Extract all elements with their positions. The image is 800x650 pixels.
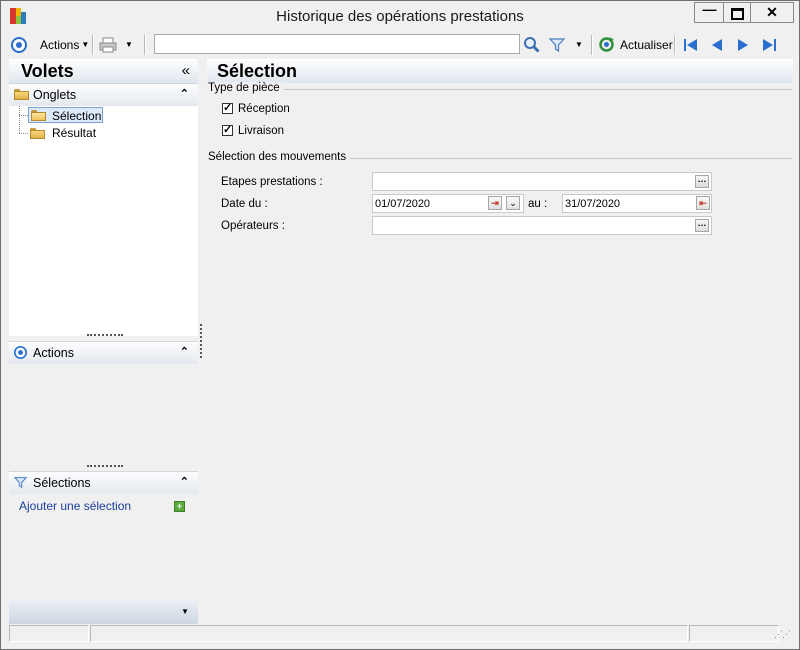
reception-label: Réception <box>238 103 290 115</box>
date-from-label: Date du : <box>221 198 268 210</box>
close-button[interactable]: ✕ <box>750 2 794 23</box>
tree-item-selection[interactable]: Sélection <box>28 107 103 123</box>
search-input[interactable] <box>154 34 520 54</box>
toolbar-separator <box>674 35 676 55</box>
actions-label: Actions <box>40 37 80 52</box>
minimize-button[interactable]: — <box>694 1 724 23</box>
funnel-icon <box>549 37 565 52</box>
livraison-label: Livraison <box>238 125 285 137</box>
refresh-label: Actualiser <box>620 37 673 52</box>
etapes-browse-button[interactable]: … <box>695 175 709 188</box>
window-title: Historique des opérations prestations <box>276 8 524 25</box>
first-icon <box>684 38 697 51</box>
next-record-button[interactable] <box>736 31 750 58</box>
toolbar-separator <box>92 35 94 55</box>
status-bar: ⋰⋰ <box>9 625 792 643</box>
date-from-next-icon[interactable]: ⇥ <box>488 196 502 210</box>
chevron-down-icon: ▼ <box>81 40 90 49</box>
livraison-checkbox[interactable]: ✓ <box>222 124 233 136</box>
collapse-section-icon[interactable]: ⌃ <box>180 87 189 100</box>
status-cell <box>90 625 688 642</box>
date-to-field[interactable] <box>562 194 712 213</box>
tree-item-label: Résultat <box>52 126 97 140</box>
first-record-button[interactable] <box>683 31 699 58</box>
tabs-section-header[interactable]: Onglets ⌃ <box>9 83 198 106</box>
close-icon: ✕ <box>766 4 778 20</box>
actions-menu-button[interactable]: Actions ▼ <box>11 31 89 58</box>
minimize-icon: — <box>702 1 717 17</box>
magnifier-icon <box>524 37 540 53</box>
etapes-label: Etapes prestations : <box>221 176 323 188</box>
chevron-down-icon: ▼ <box>125 40 133 49</box>
folder-icon <box>30 128 45 139</box>
status-cell <box>9 625 89 642</box>
next-icon <box>738 38 748 51</box>
panes-title: Volets <box>21 61 74 81</box>
tabs-tree: Sélection Résultat <box>9 106 198 336</box>
refresh-icon <box>599 37 614 52</box>
title-bar: Historique des opérations prestations — … <box>1 1 799 31</box>
side-panes: Volets « Onglets ⌃ Sélection Résultat Ac… <box>9 59 198 624</box>
open-folder-icon <box>31 110 46 121</box>
toolbar: Actions ▼ ▼ ▼ Actualiser <box>1 31 799 58</box>
application-window: Historique des opérations prestations — … <box>0 0 800 650</box>
reception-checkbox[interactable]: ✓ <box>222 102 233 114</box>
previous-record-button[interactable] <box>710 31 724 58</box>
last-icon <box>763 38 776 51</box>
maximize-icon <box>724 7 751 23</box>
group-divider <box>208 89 792 90</box>
panes-header: Volets « <box>9 59 198 83</box>
checkmark-icon: ✓ <box>223 102 233 114</box>
collapse-section-icon[interactable]: ⌃ <box>180 475 189 488</box>
toolbar-separator <box>591 35 593 55</box>
selections-section-title: Sélections <box>33 476 91 490</box>
resize-grip[interactable] <box>87 334 123 338</box>
pane-splitter[interactable] <box>200 324 202 358</box>
resize-grip-icon[interactable]: ⋰⋰ <box>774 629 791 640</box>
status-cell <box>689 625 779 642</box>
search-button[interactable] <box>523 31 540 58</box>
funnel-icon <box>14 477 27 489</box>
date-from-dropdown-button[interactable]: ⌄ <box>506 196 520 210</box>
filter-button[interactable]: ▼ <box>549 31 583 58</box>
resize-grip[interactable] <box>87 465 123 469</box>
actions-section-header[interactable]: Actions ⌃ <box>9 341 198 364</box>
operateurs-label: Opérateurs : <box>221 220 285 232</box>
page-title: Sélection <box>217 61 298 81</box>
actions-section-title: Actions <box>33 346 74 360</box>
mouvements-legend: Sélection des mouvements <box>208 151 351 163</box>
date-to-label: au : <box>528 198 548 210</box>
printer-icon <box>99 37 117 52</box>
folder-icon <box>14 89 29 100</box>
add-icon[interactable]: + <box>174 501 185 512</box>
chevron-down-icon[interactable]: ▼ <box>181 607 189 616</box>
toolbar-separator <box>144 35 146 55</box>
maximize-button[interactable] <box>723 2 751 23</box>
refresh-button[interactable]: Actualiser <box>598 31 673 58</box>
tabs-section-title: Onglets <box>33 88 77 102</box>
chevron-down-icon: ▼ <box>575 40 583 49</box>
selections-section-header[interactable]: Sélections ⌃ <box>9 471 198 494</box>
etapes-field[interactable] <box>372 172 712 191</box>
circle-target-icon <box>14 346 27 359</box>
circle-target-icon <box>11 36 27 53</box>
tree-item-resultat[interactable]: Résultat <box>28 125 118 141</box>
date-to-prev-icon[interactable]: ⇤ <box>696 196 710 210</box>
print-button[interactable]: ▼ <box>99 31 133 58</box>
operateurs-field[interactable] <box>372 216 712 235</box>
panes-footer: ▼ <box>9 601 198 624</box>
main-header: Sélection <box>207 59 793 83</box>
previous-icon <box>712 38 722 51</box>
last-record-button[interactable] <box>761 31 777 58</box>
type-piece-legend: Type de pièce <box>208 82 284 94</box>
collapse-section-icon[interactable]: ⌃ <box>180 345 189 358</box>
tree-item-label: Sélection <box>52 109 102 123</box>
add-selection-link[interactable]: Ajouter une sélection <box>19 499 131 513</box>
checkmark-icon: ✓ <box>223 124 233 136</box>
operateurs-browse-button[interactable]: … <box>695 219 709 232</box>
collapse-panes-button[interactable]: « <box>182 62 190 79</box>
